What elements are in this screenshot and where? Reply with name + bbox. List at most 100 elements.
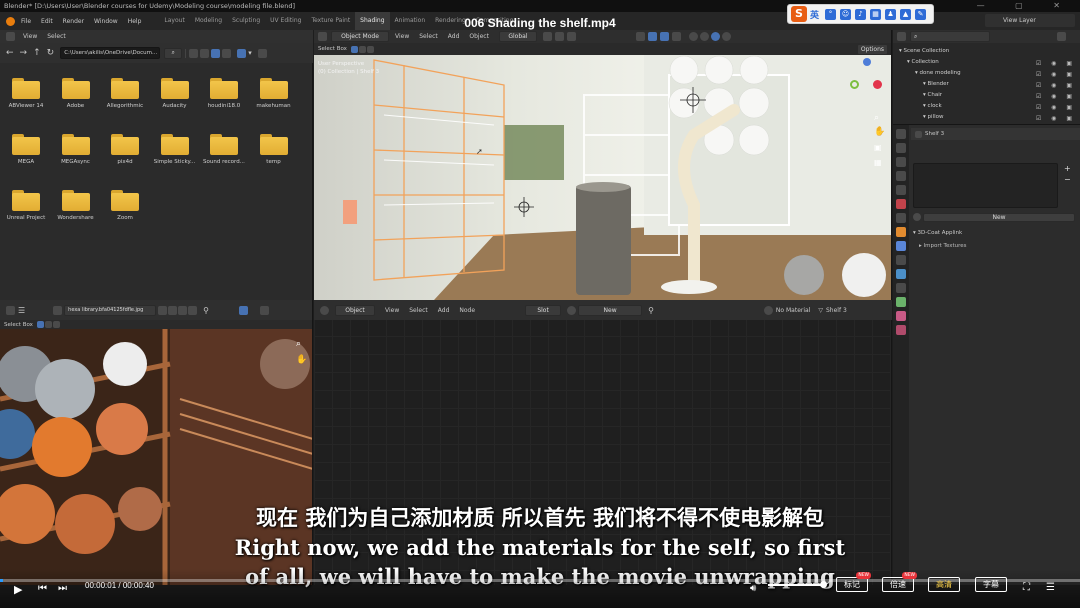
folder-item[interactable]: temp [250, 134, 298, 165]
folder-item[interactable]: houdini18.0 [200, 78, 248, 109]
folder-item[interactable]: MEGAsync [52, 134, 100, 165]
select-mode-icon[interactable] [36, 321, 44, 328]
filter-icon[interactable] [237, 48, 247, 58]
editor-type-icon[interactable] [320, 305, 329, 315]
pan-hand-icon[interactable]: ✋ [296, 355, 307, 365]
applink-panel-header[interactable]: ▾ 3D-Coat Applink [913, 230, 1075, 240]
shading-rendered-icon[interactable] [721, 32, 731, 41]
3d-viewport[interactable]: Object Mode View Select Add Object Globa… [314, 30, 892, 300]
visibility-icon[interactable] [635, 32, 645, 41]
outliner-item[interactable]: ▾ done modeling ☑ ◉ ▣ [893, 68, 1080, 78]
node-menu-node[interactable]: Node [459, 307, 475, 314]
shader-type-dropdown[interactable]: Object [335, 304, 375, 316]
collection-tab-icon[interactable] [896, 213, 906, 223]
options-dropdown[interactable]: Options [856, 44, 888, 55]
visibility-toggle-icon[interactable]: ☑ ◉ ▣ [1036, 114, 1076, 124]
ortho-toggle-icon[interactable]: ▦ [874, 158, 882, 167]
refresh-icon[interactable]: ↻ [47, 48, 55, 58]
display-channels-icon[interactable] [239, 305, 249, 315]
tool-tab-icon[interactable] [896, 129, 906, 139]
select-mode-icon[interactable] [52, 321, 60, 328]
editor-type-icon[interactable] [6, 32, 15, 41]
viewport-menu-select[interactable]: Select [419, 33, 438, 40]
playlist-icon[interactable]: ☰ [1046, 582, 1055, 593]
outliner-item[interactable]: ▾ Collection ☑ ◉ ▣ [893, 57, 1080, 67]
unlink-image-icon[interactable] [188, 305, 198, 315]
physics-tab-icon[interactable] [896, 269, 906, 279]
modifier-tab-icon[interactable] [896, 241, 906, 251]
pan-hand-icon[interactable]: ✋ [874, 127, 885, 137]
viewport-scene[interactable]: User Perspective (0) Collection | Shelf … [314, 55, 891, 300]
view-layer-tab-icon[interactable] [896, 171, 906, 181]
outliner-item[interactable]: ▾ pillow ☑ ◉ ▣ [893, 112, 1080, 122]
material-browse-icon[interactable] [567, 305, 577, 315]
emoji-icon[interactable]: ☺ [840, 8, 852, 20]
overlay-icon[interactable] [260, 305, 270, 315]
filter-dropdown-icon[interactable]: ▾ [248, 49, 252, 57]
back-arrow-icon[interactable]: ← [6, 48, 14, 58]
outliner-item[interactable]: ▾ Scene Collection [893, 46, 1080, 56]
previous-icon[interactable]: ⏮ [38, 583, 47, 594]
menu-hamburger-icon[interactable]: ☰ [18, 306, 25, 315]
ime-language[interactable]: 英 [810, 8, 819, 21]
menu-window[interactable]: Window [94, 18, 118, 25]
fullscreen-icon[interactable]: ⛶ [1023, 582, 1030, 593]
image-browse-icon[interactable] [53, 305, 63, 315]
path-field[interactable]: C:\Users\akilis\OneDrive\Docum... [60, 47, 161, 59]
video-progress-bar[interactable] [0, 579, 1080, 582]
menu-help[interactable]: Help [128, 18, 142, 25]
menu-file[interactable]: File [21, 18, 31, 25]
import-textures-header[interactable]: ▸ Import Textures [919, 243, 1075, 253]
wrench-icon[interactable]: ✎ [915, 8, 927, 20]
play-icon[interactable]: ▶ [14, 583, 22, 596]
folder-item[interactable]: Simple Sticky... [151, 134, 199, 165]
folder-item[interactable]: pix4d [101, 134, 149, 165]
forward-arrow-icon[interactable]: → [20, 48, 28, 58]
skin-icon[interactable]: ▲ [900, 8, 912, 20]
node-menu-add[interactable]: Add [438, 307, 450, 314]
search-icon[interactable]: ⌕ [164, 47, 183, 59]
select-mode-icon[interactable] [366, 45, 374, 53]
pin-icon[interactable]: ⚲ [203, 306, 209, 315]
player-button-1[interactable]: 倍速 NEW [882, 572, 917, 592]
ime-toolbar[interactable]: S 英 ° ☺ ♪ ▦ ♟ ▲ ✎ [787, 4, 934, 24]
editor-type-icon[interactable] [897, 32, 906, 41]
folder-item[interactable]: Audacity [151, 78, 199, 109]
xray-icon[interactable] [671, 32, 681, 41]
object-mode-dropdown[interactable]: Object Mode [331, 31, 389, 42]
next-icon[interactable]: ⏭ [58, 583, 67, 594]
microphone-icon[interactable]: ♪ [855, 8, 867, 20]
player-button-3[interactable]: 字幕 [975, 577, 1007, 592]
remove-slot-button[interactable]: − [1064, 175, 1071, 184]
outliner-item[interactable]: ▾ Blender ☑ ◉ ▣ [893, 79, 1080, 89]
shading-solid-icon[interactable] [699, 32, 709, 41]
volume-icon[interactable]: 🔊︎ [750, 583, 756, 594]
folder-item[interactable]: Allegorithmic [101, 78, 149, 109]
volume-slider[interactable] [768, 584, 824, 586]
constraints-tab-icon[interactable] [896, 283, 906, 293]
outliner-item[interactable]: ▾ clock ☑ ◉ ▣ [893, 101, 1080, 111]
tab-sculpting[interactable]: Sculpting [227, 12, 265, 30]
scene-tab-icon[interactable] [896, 185, 906, 195]
tab-texture-paint[interactable]: Texture Paint [306, 12, 355, 30]
pivot-icon[interactable] [542, 32, 552, 41]
pin-icon[interactable]: ⚲ [648, 306, 654, 315]
render-tab-icon[interactable] [896, 143, 906, 153]
user-icon[interactable]: ♟ [885, 8, 897, 20]
add-slot-button[interactable]: + [1064, 164, 1071, 173]
select-mode-icon[interactable] [44, 321, 52, 328]
tab-animation[interactable]: Animation [390, 12, 431, 30]
material-browse-icon[interactable] [913, 213, 921, 221]
select-mode-icon[interactable] [350, 45, 358, 53]
nav-gizmo-y-icon[interactable] [850, 80, 859, 89]
menu-edit[interactable]: Edit [41, 18, 53, 25]
filter-icon[interactable] [1057, 32, 1066, 41]
object-tab-icon[interactable] [896, 227, 906, 237]
transform-orientation-dropdown[interactable]: Global [498, 31, 537, 42]
node-menu-view[interactable]: View [385, 307, 399, 314]
material-tab-icon[interactable] [896, 311, 906, 321]
camera-view-icon[interactable]: ▣ [874, 143, 882, 152]
editor-type-icon[interactable] [6, 305, 15, 315]
texture-tab-icon[interactable] [896, 325, 906, 335]
data-tab-icon[interactable] [896, 297, 906, 307]
